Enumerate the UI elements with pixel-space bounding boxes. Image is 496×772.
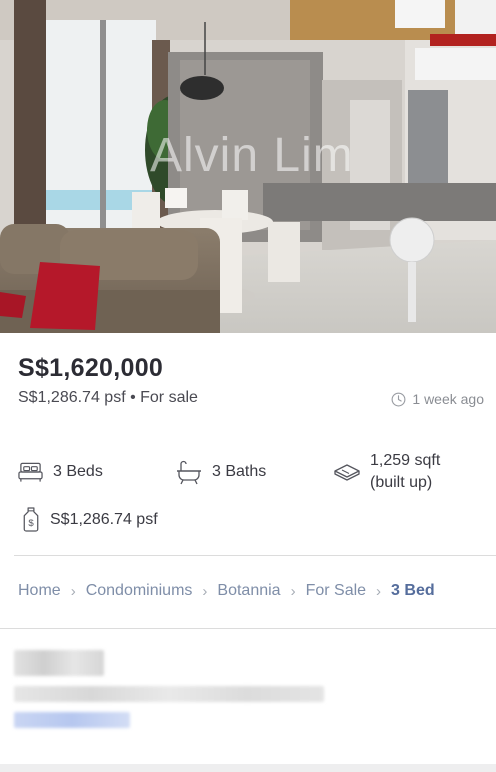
posted-label: 1 week ago xyxy=(412,391,484,407)
floor-area-value: 1,259 sqft xyxy=(370,452,441,469)
breadcrumb-home[interactable]: Home xyxy=(18,582,61,600)
bathtub-icon xyxy=(177,460,201,485)
psf-label: S$1,286.74 psf xyxy=(50,510,158,528)
breadcrumb-condominiums[interactable]: Condominiums xyxy=(86,582,193,600)
listing-photo[interactable]: Alvin Lim xyxy=(0,0,496,333)
price-tag-icon: $ xyxy=(23,507,39,532)
breadcrumb-current: 3 Bed xyxy=(391,582,435,599)
feature-floor-area: 1,259 sqft (built up) xyxy=(334,450,440,494)
beds-label: 3 Beds xyxy=(53,463,103,480)
floor-area-icon xyxy=(334,464,360,481)
feature-psf: $ S$1,286.74 psf xyxy=(22,507,158,532)
posted-time: 1 week ago xyxy=(391,391,484,407)
bed-icon xyxy=(18,462,43,482)
floor-area-type: (built up) xyxy=(370,474,433,491)
chevron-right-icon: › xyxy=(290,582,296,600)
photo-watermark: Alvin Lim xyxy=(150,129,354,182)
breadcrumb: Home › Condominiums › Botannia › For Sal… xyxy=(18,582,435,600)
feature-baths: 3 Baths xyxy=(176,459,266,485)
svg-text:$: $ xyxy=(28,518,34,529)
section-divider xyxy=(14,555,496,556)
baths-label: 3 Baths xyxy=(212,463,267,480)
bottom-strip xyxy=(0,764,496,772)
chevron-right-icon: › xyxy=(376,582,382,600)
floor-area-label: 1,259 sqft (built up) xyxy=(370,450,440,494)
chevron-right-icon: › xyxy=(202,582,208,600)
section-divider xyxy=(0,628,496,629)
clock-icon xyxy=(391,392,406,406)
redacted-agent-link[interactable] xyxy=(14,712,130,728)
listing-price: S$1,620,000 xyxy=(18,354,164,382)
redacted-agent-name xyxy=(14,650,104,676)
breadcrumb-for-sale[interactable]: For Sale xyxy=(306,582,366,600)
redacted-agent-details xyxy=(14,686,324,702)
breadcrumb-botannia[interactable]: Botannia xyxy=(217,582,280,600)
chevron-right-icon: › xyxy=(70,582,76,600)
feature-beds: 3 Beds xyxy=(18,461,103,483)
price-psf-status: S$1,286.74 psf • For sale xyxy=(18,389,198,406)
